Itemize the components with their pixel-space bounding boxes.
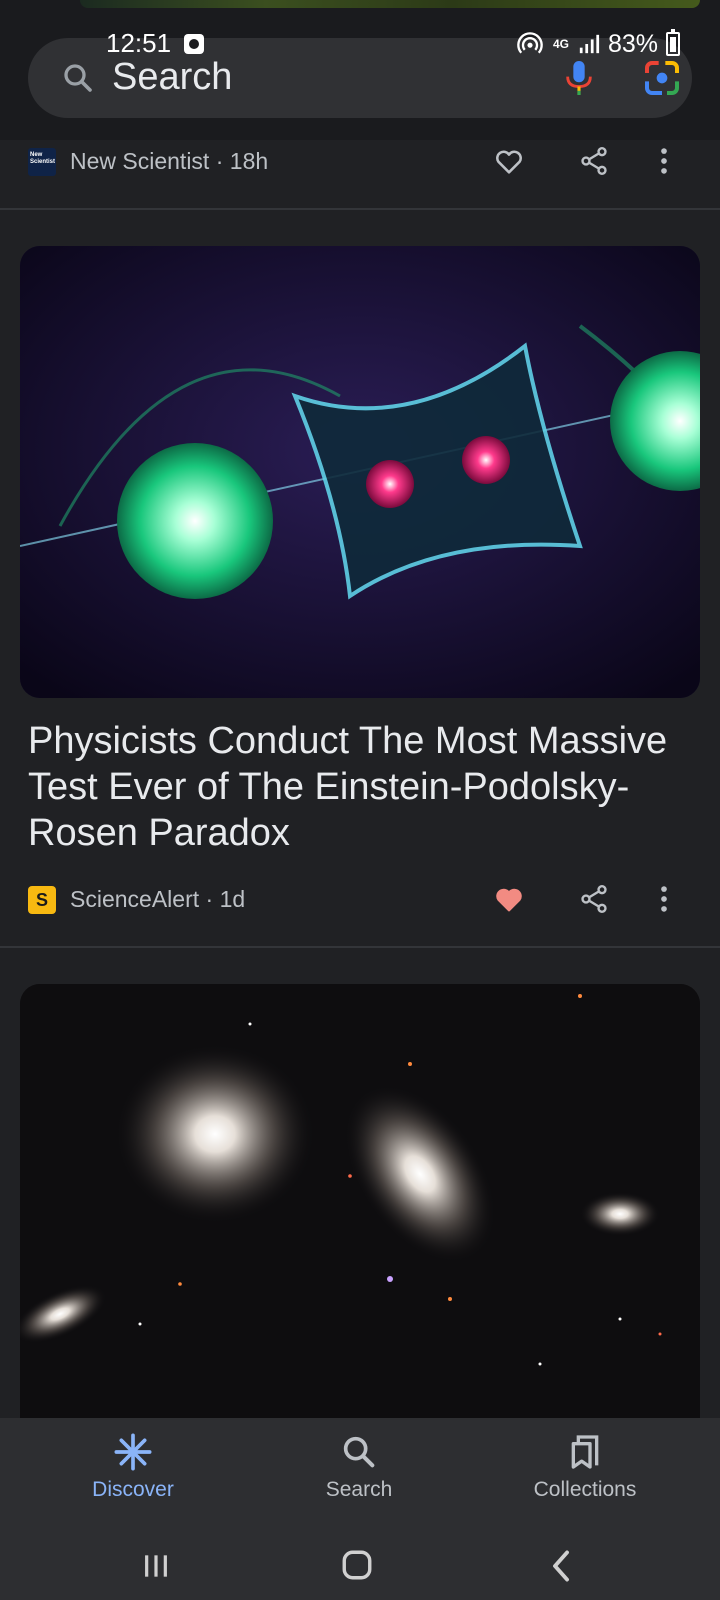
collections-icon	[571, 1435, 599, 1469]
publisher-logo: S	[28, 886, 56, 914]
publisher-logo: New Scientist	[28, 148, 56, 176]
battery-percentage: 83%	[607, 29, 658, 58]
article-meta-row: New Scientist New Scientist · 18h	[28, 138, 692, 186]
article-age: 18h	[229, 148, 269, 174]
galaxy-illustration	[20, 984, 700, 1444]
hotspot-icon	[517, 32, 543, 54]
article-age: 1d	[219, 886, 246, 912]
battery-icon	[666, 29, 680, 56]
status-bar: 12:51 4G 83%	[0, 24, 720, 64]
article-image[interactable]	[20, 246, 700, 698]
heart-filled-icon[interactable]	[492, 882, 526, 916]
search-icon	[64, 64, 92, 92]
google-lens-icon[interactable]	[642, 58, 682, 98]
top-header: Search 12:51 4G 83%	[0, 0, 720, 140]
signal-icon	[579, 34, 600, 54]
publisher-info: New Scientist · 18h	[70, 148, 269, 174]
article-image[interactable]	[20, 984, 700, 1444]
more-options-icon[interactable]	[656, 882, 672, 916]
bottom-navigation: Discover Search Collections	[0, 1418, 720, 1600]
system-navigation-bar	[0, 1538, 720, 1598]
share-icon[interactable]	[578, 882, 610, 916]
publisher-name: New Scientist	[70, 148, 210, 174]
card-divider	[0, 208, 720, 210]
nav-search[interactable]: Search	[259, 1432, 459, 1522]
google-discover-screen: Search 12:51 4G 83% New Scientist New Sc…	[0, 0, 720, 1600]
quantum-illustration	[20, 246, 700, 698]
card-divider	[0, 946, 720, 948]
status-indicators: 4G 83%	[516, 28, 680, 60]
more-options-icon[interactable]	[656, 144, 672, 178]
microphone-icon[interactable]	[562, 58, 596, 98]
previous-card-peek	[80, 0, 700, 8]
home-icon[interactable]	[340, 1548, 374, 1582]
publisher-name: ScienceAlert	[70, 886, 200, 912]
search-icon	[343, 1436, 375, 1468]
nav-collections-label: Collections	[533, 1478, 637, 1501]
network-type: 4G	[552, 37, 569, 51]
notification-icon	[184, 34, 204, 54]
nav-search-label: Search	[325, 1478, 393, 1501]
nav-collections[interactable]: Collections	[485, 1432, 685, 1522]
discover-icon	[114, 1433, 152, 1471]
publisher-info: ScienceAlert · 1d	[70, 886, 246, 912]
share-icon[interactable]	[578, 144, 610, 178]
article-meta-row: S ScienceAlert · 1d	[28, 876, 692, 924]
nav-discover[interactable]: Discover	[33, 1432, 233, 1522]
article-headline[interactable]: Physicists Conduct The Most Massive Test…	[28, 718, 688, 856]
recents-icon[interactable]	[140, 1550, 172, 1582]
back-icon[interactable]	[550, 1548, 572, 1584]
heart-outline-icon[interactable]	[492, 144, 526, 178]
status-time: 12:51	[106, 28, 172, 58]
nav-discover-label: Discover	[92, 1478, 174, 1501]
